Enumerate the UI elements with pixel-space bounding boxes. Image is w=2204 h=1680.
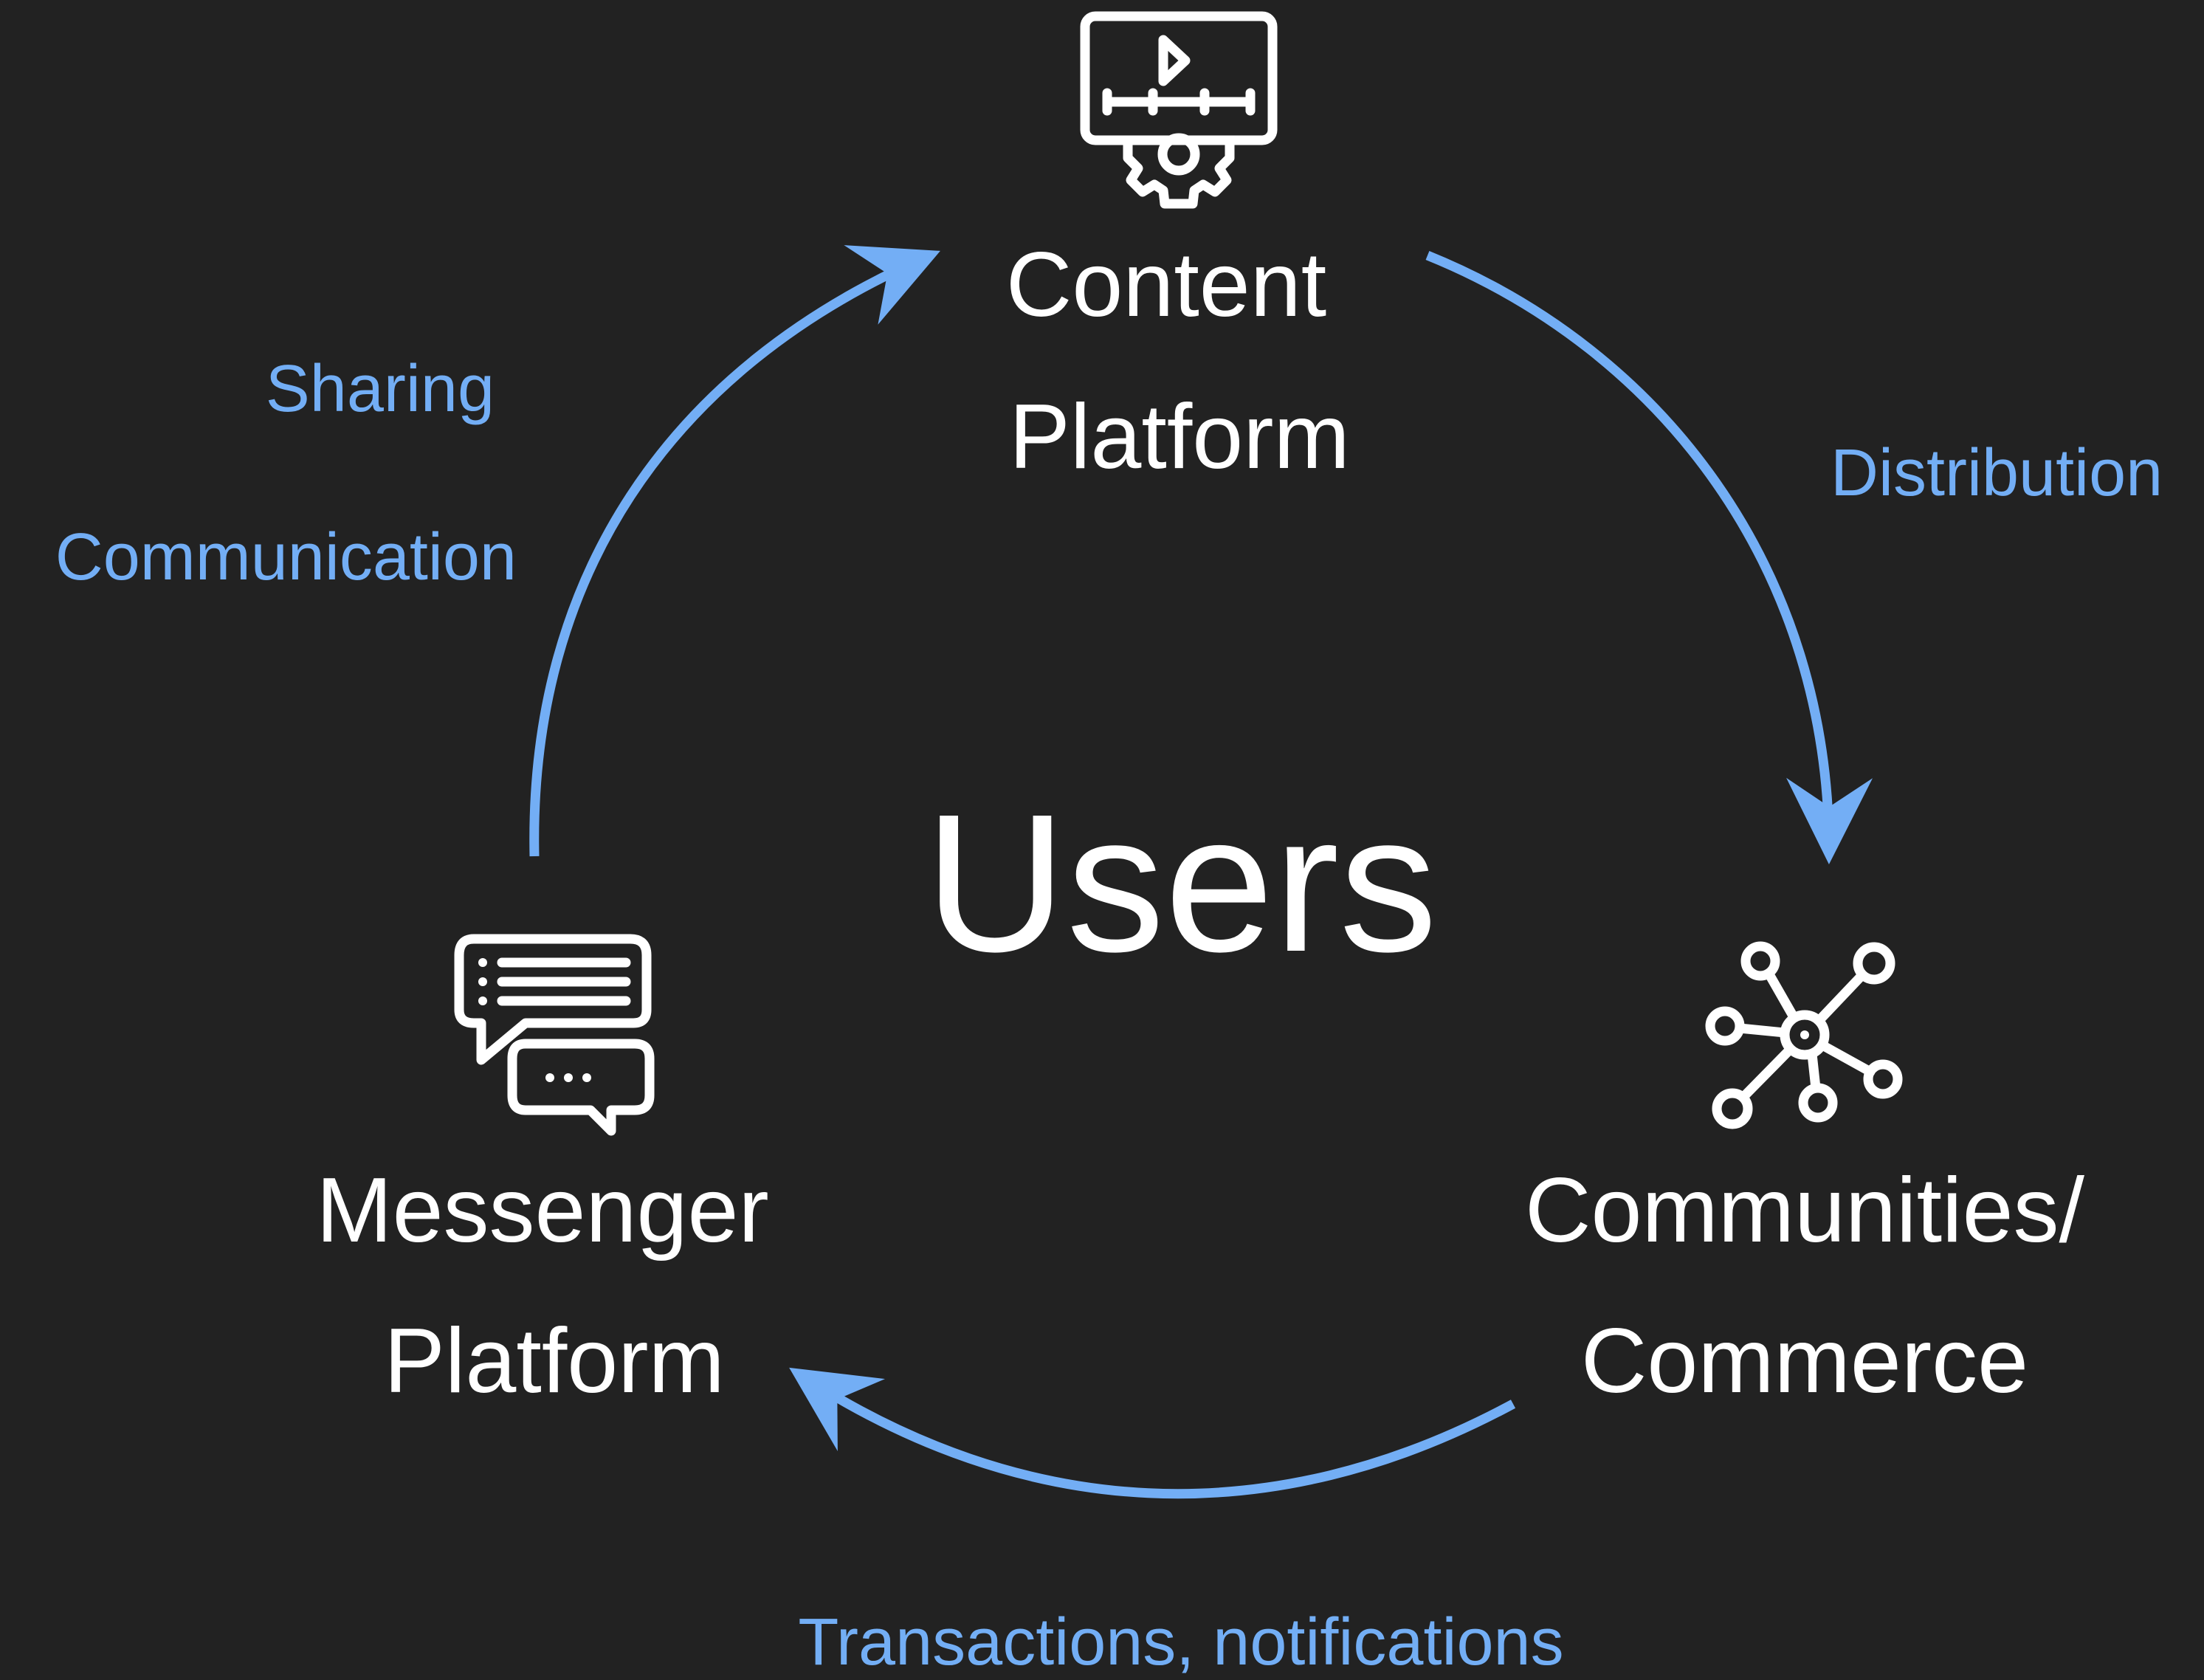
messenger-label-line2: Platform bbox=[384, 1310, 725, 1412]
flywheel-diagram: Content Platform Communities/ Commerce M… bbox=[0, 0, 2204, 1680]
arrow-messenger-to-content bbox=[529, 245, 940, 857]
content-platform-label-line1: Content bbox=[1005, 234, 1327, 336]
edge-label-distribution: Distribution bbox=[1831, 436, 2163, 510]
chat-bubbles-icon bbox=[454, 934, 655, 1136]
center-users-label: Users bbox=[924, 774, 1438, 993]
messenger-label-line1: Messenger bbox=[316, 1160, 769, 1261]
content-platform-label-line2: Platform bbox=[1009, 386, 1350, 488]
communities-label-line2: Commerce bbox=[1580, 1310, 2029, 1412]
communities-label-line1: Communities/ bbox=[1525, 1160, 2084, 1261]
network-nodes-icon bbox=[1705, 941, 1903, 1129]
edge-label-transactions: Transactions, notifications bbox=[798, 1605, 1564, 1679]
arrow-communities-to-messenger bbox=[789, 1367, 1516, 1499]
arrow-content-to-communities bbox=[1425, 250, 1873, 864]
edge-label-communication: Communication bbox=[55, 520, 517, 594]
video-monitor-gear-icon bbox=[1080, 11, 1278, 209]
edge-label-sharing: Sharing bbox=[265, 352, 495, 426]
